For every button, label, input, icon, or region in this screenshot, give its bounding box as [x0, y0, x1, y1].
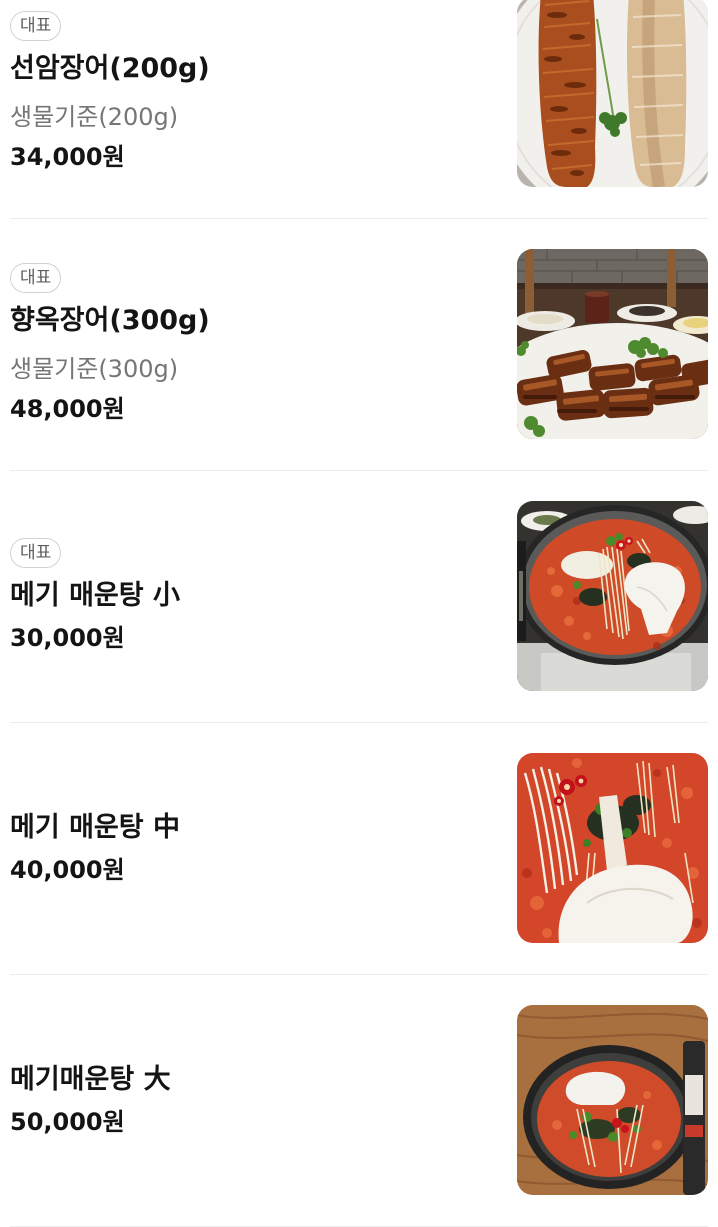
menu-item-description: 생물기준(300g)	[10, 355, 179, 383]
grilled-eel-photo	[517, 0, 708, 187]
menu-item-name: 메기 매운탕 小	[10, 580, 180, 611]
menu-item[interactable]: 대표 메기 매운탕 小 30,000원	[10, 471, 708, 723]
eel-platter-photo	[517, 249, 708, 439]
menu-item[interactable]: 대표 향옥장어(300g) 생물기준(300g) 48,000원	[10, 219, 708, 471]
signature-badge: 대표	[10, 11, 62, 41]
catfish-stew-photo	[517, 501, 708, 691]
menu-item-name: 향옥장어(300g)	[10, 305, 210, 336]
menu-item-info: 대표 메기 매운탕 小 30,000원	[10, 538, 517, 654]
menu-item-info: 대표 선암장어(200g) 생물기준(200g) 34,000원	[10, 11, 517, 173]
menu-item-photo[interactable]	[517, 753, 708, 943]
signature-badge: 대표	[10, 263, 62, 293]
catfish-stew-closeup-photo	[517, 753, 708, 943]
signature-badge: 대표	[10, 538, 62, 568]
menu-item[interactable]: 대표 선암장어(200g) 생물기준(200g) 34,000원	[10, 0, 708, 219]
menu-item-price: 34,000원	[10, 143, 125, 171]
menu-item[interactable]: 메기매운탕 大 50,000원	[10, 975, 708, 1227]
menu-item-photo[interactable]	[517, 0, 708, 187]
menu-item-info: 메기매운탕 大 50,000원	[10, 1062, 517, 1138]
menu-item-info: 대표 향옥장어(300g) 생물기준(300g) 48,000원	[10, 263, 517, 425]
menu-item-price: 50,000원	[10, 1108, 125, 1136]
menu-item-price: 48,000원	[10, 395, 125, 423]
menu-item-description: 생물기준(200g)	[10, 103, 179, 131]
catfish-stew-large-photo	[517, 1005, 708, 1195]
menu-item-info: 메기 매운탕 中 40,000원	[10, 810, 517, 886]
menu-item-price: 30,000원	[10, 624, 125, 652]
menu-item-photo[interactable]	[517, 249, 708, 439]
menu-item-name: 메기매운탕 大	[10, 1064, 171, 1095]
menu-item[interactable]: 메기 매운탕 中 40,000원	[10, 723, 708, 975]
menu-item-photo[interactable]	[517, 501, 708, 691]
menu-item-photo[interactable]	[517, 1005, 708, 1195]
menu-item-price: 40,000원	[10, 856, 125, 884]
menu-item-name: 선암장어(200g)	[10, 53, 210, 84]
menu-list: 대표 선암장어(200g) 생물기준(200g) 34,000원 대표 향옥장어…	[0, 0, 718, 1227]
menu-item-name: 메기 매운탕 中	[10, 812, 180, 843]
